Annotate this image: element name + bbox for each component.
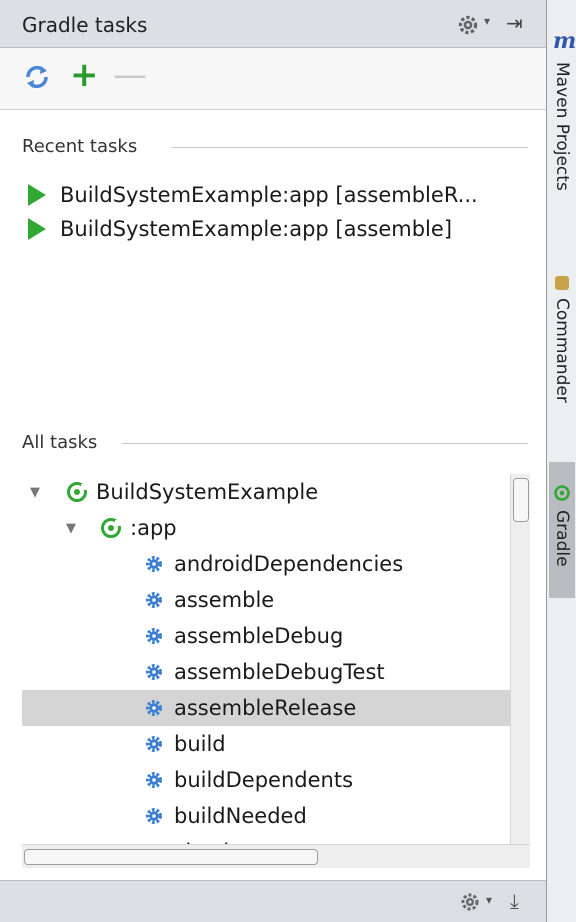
plus-icon[interactable]: +	[70, 56, 99, 94]
gear-icon	[146, 556, 162, 572]
horizontal-scrollbar[interactable]	[22, 844, 530, 868]
commander-icon	[555, 276, 569, 290]
gear-icon	[146, 628, 162, 644]
task-row[interactable]: assembleDebug	[22, 618, 510, 654]
task-row[interactable]: build	[22, 726, 510, 762]
chevron-down-icon[interactable]: ▼	[62, 521, 80, 536]
recent-task-label: BuildSystemExample:app [assembleR...	[60, 183, 478, 207]
task-label: assembleDebugTest	[174, 660, 385, 684]
gradle-tool-window: Gradle tasks ▾ ⇥ + — Recent tasks BuildS…	[0, 0, 547, 922]
settings-dropdown-icon[interactable]: ▾	[484, 14, 490, 28]
gear-icon[interactable]	[455, 12, 481, 38]
task-label: androidDependencies	[174, 552, 404, 576]
maven-icon: m	[553, 28, 576, 54]
tree-node-module[interactable]: ▼ :app	[22, 510, 510, 546]
recent-task-label: BuildSystemExample:app [assemble]	[60, 217, 453, 241]
tab-label: Gradle	[552, 510, 572, 567]
task-tree[interactable]: ▼ BuildSystemExample ▼ :app androidDepen…	[22, 474, 510, 844]
vertical-scrollbar[interactable]	[510, 474, 530, 844]
bottom-bar: ▾ ⤓	[0, 880, 546, 922]
chevron-down-icon[interactable]: ▼	[26, 485, 44, 500]
task-row[interactable]: buildNeeded	[22, 798, 510, 834]
horizontal-scroll-thumb[interactable]	[24, 849, 318, 865]
title-bar: Gradle tasks ▾ ⇥	[0, 0, 546, 48]
tree-node-label: :app	[130, 516, 177, 540]
tab-label: Maven Projects	[552, 62, 572, 191]
tab-commander[interactable]: Commander	[549, 298, 575, 444]
task-label: assemble	[174, 588, 275, 612]
minus-icon[interactable]: —	[113, 56, 147, 94]
hide-icon[interactable]: ⇥	[506, 11, 523, 35]
task-label: build	[174, 732, 226, 756]
gradle-project-icon	[67, 482, 87, 502]
gear-icon[interactable]	[458, 890, 482, 914]
gear-icon	[146, 700, 162, 716]
task-row[interactable]: check	[22, 834, 510, 844]
task-row[interactable]: assemble	[22, 582, 510, 618]
refresh-icon[interactable]	[22, 62, 52, 92]
gear-icon	[146, 592, 162, 608]
toolbar: + —	[0, 48, 546, 110]
gradle-module-icon	[101, 518, 121, 538]
all-tasks-label: All tasks	[22, 432, 98, 453]
task-label: buildDependents	[174, 768, 354, 792]
recent-tasks-label: Recent tasks	[22, 136, 138, 157]
all-tasks-divider	[122, 443, 528, 444]
tab-label: Commander	[552, 298, 572, 403]
gear-icon	[146, 772, 162, 788]
window-title: Gradle tasks	[22, 13, 148, 37]
settings-dropdown-icon[interactable]: ▾	[486, 893, 492, 907]
task-row[interactable]: assembleDebugTest	[22, 654, 510, 690]
recent-task-item[interactable]: BuildSystemExample:app [assemble]	[28, 212, 452, 246]
gear-icon	[146, 664, 162, 680]
recent-tasks-divider	[172, 147, 528, 148]
run-icon	[28, 218, 46, 240]
task-row[interactable]: assembleRelease	[22, 690, 510, 726]
tree-node-label: BuildSystemExample	[96, 480, 319, 504]
tree-node-root[interactable]: ▼ BuildSystemExample	[22, 474, 510, 510]
right-tool-strip: m Maven Projects Commander Gradle	[547, 0, 576, 922]
run-icon	[28, 184, 46, 206]
task-row[interactable]: buildDependents	[22, 762, 510, 798]
gear-icon	[146, 736, 162, 752]
task-label: assembleRelease	[174, 696, 357, 720]
task-row[interactable]: androidDependencies	[22, 546, 510, 582]
tab-maven-projects[interactable]: Maven Projects	[549, 62, 575, 242]
tab-gradle[interactable]: Gradle	[549, 462, 575, 598]
vertical-scroll-thumb[interactable]	[513, 478, 529, 522]
download-icon[interactable]: ⤓	[510, 889, 519, 913]
gear-icon	[146, 808, 162, 824]
recent-task-item[interactable]: BuildSystemExample:app [assembleR...	[28, 178, 478, 212]
gradle-icon	[554, 485, 570, 501]
task-label: assembleDebug	[174, 624, 344, 648]
task-label: buildNeeded	[174, 804, 307, 828]
